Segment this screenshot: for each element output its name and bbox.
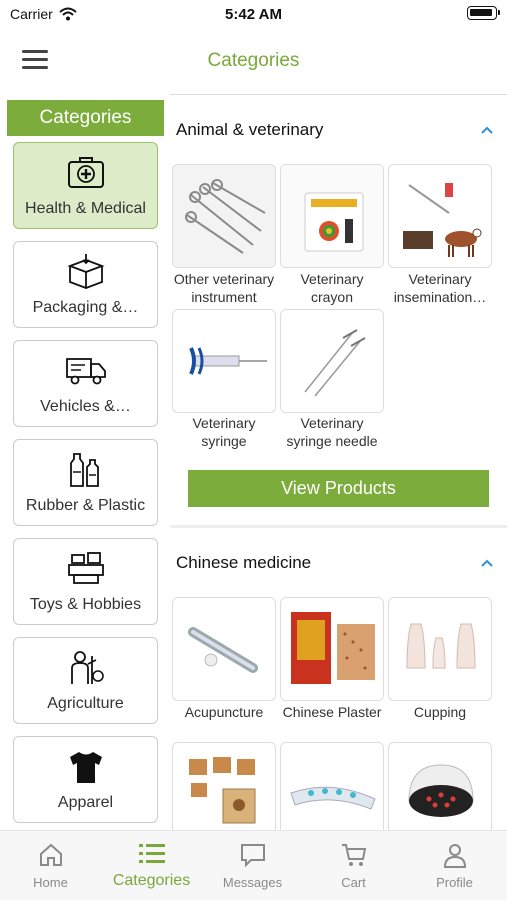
sidebar-item-apparel[interactable]: Apparel — [13, 736, 158, 823]
section-divider — [170, 525, 507, 528]
chat-icon — [202, 842, 303, 870]
section-title: Animal & veterinary — [176, 120, 324, 139]
chevron-up-icon[interactable] — [479, 122, 495, 138]
tab-label: Categories — [112, 872, 191, 889]
needle-image — [281, 310, 383, 412]
person-icon — [404, 842, 505, 870]
product-label: Cupping — [413, 704, 467, 720]
sidebar-item-health-medical[interactable]: Health & Medical — [13, 142, 158, 229]
sidebar-item-label: Apparel — [57, 794, 114, 811]
status-bar: Carrier 5:42 AM — [0, 0, 507, 28]
sidebar-item-agriculture[interactable]: Agriculture — [13, 637, 158, 724]
sidebar-item-packaging[interactable]: Packaging &… — [13, 241, 158, 328]
crayon-box-image — [281, 165, 383, 267]
product-label: Veterinary crayon — [300, 271, 364, 305]
section-title: Chinese medicine — [176, 553, 312, 572]
sidebar-item-vehicles[interactable]: Vehicles &… — [13, 340, 158, 427]
product-tile-veterinary-crayon[interactable] — [280, 164, 384, 268]
tab-label: Messages — [222, 875, 283, 890]
tab-home[interactable]: Home — [0, 831, 101, 900]
nav-bar: Categories — [0, 32, 507, 90]
product-tile-veterinary-syringe-needle[interactable] — [280, 309, 384, 413]
product-label: Veterinary insemination… — [393, 271, 487, 305]
tab-label: Profile — [436, 875, 473, 890]
tab-categories[interactable]: Categories — [101, 831, 202, 900]
category-content: Animal & veterinary Other veterinary ins… — [170, 96, 507, 830]
tab-label: Home — [33, 875, 68, 890]
page-title: Categories — [207, 50, 300, 71]
tab-label: Cart — [341, 875, 366, 890]
heat-lamp-image — [389, 743, 491, 830]
toys-icon — [14, 551, 157, 587]
box-icon — [14, 254, 157, 290]
tshirt-icon — [14, 749, 157, 785]
product-label: Chinese Plaster — [282, 704, 382, 720]
insemination-kit-image — [389, 165, 491, 267]
product-tile-cupping[interactable] — [388, 597, 492, 701]
product-tile-massage-device[interactable] — [280, 742, 384, 830]
sidebar-item-toys-hobbies[interactable]: Toys & Hobbies — [13, 538, 158, 625]
massage-device-image — [281, 743, 383, 830]
bottles-icon — [14, 452, 157, 488]
cart-icon — [303, 842, 404, 870]
tab-bar: Home Categories Messages Cart Profile — [0, 830, 507, 900]
tab-messages[interactable]: Messages — [202, 831, 303, 900]
farmer-icon — [14, 650, 157, 686]
sidebar-item-label: Vehicles &… — [40, 398, 131, 415]
sidebar-item-label: Packaging &… — [32, 299, 139, 316]
plaster-image — [281, 598, 383, 700]
product-label: Veterinary syringe needle — [286, 415, 378, 449]
list-icon — [101, 842, 202, 870]
product-tile-acupuncture[interactable] — [172, 597, 276, 701]
tab-cart[interactable]: Cart — [303, 831, 404, 900]
product-label: Veterinary syringe — [192, 415, 256, 449]
moxibustion-box-image — [173, 743, 275, 830]
product-tile-moxibustion[interactable] — [172, 742, 276, 830]
product-tile-chinese-plaster[interactable] — [280, 597, 384, 701]
product-label: Acupuncture — [184, 704, 264, 720]
sidebar-item-label: Rubber & Plastic — [25, 497, 146, 514]
acupuncture-pen-image — [173, 598, 275, 700]
truck-icon — [14, 353, 157, 389]
product-tile-other-veterinary-instrument[interactable] — [172, 164, 276, 268]
product-tile-heat-lamp[interactable] — [388, 742, 492, 830]
first-aid-kit-icon — [14, 155, 157, 191]
clock: 5:42 AM — [225, 6, 282, 23]
sidebar-item-rubber-plastic[interactable]: Rubber & Plastic — [13, 439, 158, 526]
sidebar-item-label: Toys & Hobbies — [29, 596, 142, 613]
tab-profile[interactable]: Profile — [404, 831, 505, 900]
category-sidebar: Categories Health & Medical Packaging &…… — [7, 100, 164, 830]
cupping-image — [389, 598, 491, 700]
home-icon — [0, 842, 101, 870]
syringe-image — [173, 310, 275, 412]
sidebar-title: Categories — [7, 100, 164, 136]
product-tile-veterinary-insemination[interactable] — [388, 164, 492, 268]
product-tile-veterinary-syringe[interactable] — [172, 309, 276, 413]
sidebar-item-label: Health & Medical — [25, 200, 146, 217]
header-divider — [170, 94, 507, 95]
battery-icon — [467, 6, 500, 20]
sidebar-item-label: Agriculture — [47, 695, 124, 712]
surgical-instruments-image — [173, 165, 275, 267]
product-label: Other veterinary instrument — [173, 271, 275, 305]
view-products-button[interactable]: View Products — [188, 470, 489, 507]
chevron-up-icon[interactable] — [479, 555, 495, 571]
